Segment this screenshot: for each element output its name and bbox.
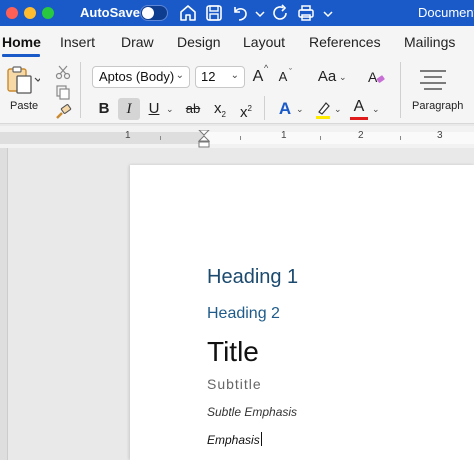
title-text[interactable]: Title	[207, 336, 259, 368]
font-color-button[interactable]: A	[350, 96, 368, 118]
ribbon-divider	[80, 62, 81, 118]
zoom-window-button[interactable]	[42, 7, 54, 19]
subscript-mark: 2	[221, 110, 226, 119]
format-painter-icon[interactable]	[54, 104, 72, 120]
ribbon-divider	[264, 96, 265, 120]
clear-formatting-icon[interactable]: A	[366, 68, 386, 86]
font-name-value: Aptos (Body)	[99, 69, 175, 84]
superscript-mark: 2	[247, 104, 252, 113]
vertical-ruler	[0, 148, 8, 460]
save-icon[interactable]	[204, 3, 224, 23]
tab-design[interactable]: Design	[177, 34, 221, 50]
tab-insert[interactable]: Insert	[60, 34, 95, 50]
paste-icon[interactable]	[6, 65, 42, 95]
underline-label: U	[148, 100, 160, 117]
home-icon[interactable]	[178, 3, 198, 23]
chevron-down-icon: ⌄	[372, 104, 380, 114]
active-tab-indicator	[2, 54, 40, 57]
indent-marker[interactable]	[197, 129, 211, 148]
title-bar: AutoSave Document	[0, 0, 474, 26]
close-window-button[interactable]	[6, 7, 18, 19]
highlighter-icon[interactable]	[314, 100, 332, 120]
chevron-down-icon: ⌄	[339, 72, 347, 82]
change-case-button[interactable]: Aa	[315, 66, 339, 88]
font-size-value: 12	[201, 69, 216, 84]
strikethrough-label: ab	[185, 101, 201, 116]
minimize-window-button[interactable]	[24, 7, 36, 19]
font-color-swatch	[350, 117, 368, 120]
emphasis-line[interactable]: Emphasis	[207, 432, 262, 447]
heading-2-text[interactable]: Heading 2	[207, 305, 280, 323]
ruler-number: 1	[125, 130, 131, 141]
subtle-emphasis-text[interactable]: Subtle Emphasis	[207, 405, 297, 419]
grow-font-label: A	[252, 68, 264, 85]
undo-icon[interactable]	[230, 3, 250, 23]
heading-1-text[interactable]: Heading 1	[207, 266, 298, 289]
chevron-down-icon: ⌄	[334, 104, 342, 114]
ribbon-tabs: Home Insert Draw Design Layout Reference…	[0, 26, 474, 58]
tab-layout[interactable]: Layout	[243, 34, 285, 50]
ribbon-divider	[400, 62, 401, 118]
chevron-down-icon[interactable]	[250, 3, 265, 23]
font-color-label: A	[353, 98, 365, 115]
home-ribbon: Paste Aptos (Body) ⌄ 12 ⌄ A ^ A ˇ Aa ⌄ A…	[0, 58, 474, 124]
ruler-text-area	[204, 132, 474, 144]
tab-draw[interactable]: Draw	[121, 34, 154, 50]
superscript-base: x	[240, 104, 248, 121]
italic-button[interactable]: I	[118, 98, 140, 120]
tab-references[interactable]: References	[309, 34, 381, 50]
chevron-down-icon: ⌄	[296, 104, 304, 114]
caret-down-icon: ˇ	[289, 67, 292, 77]
bold-label: B	[98, 100, 110, 117]
font-name-select[interactable]: Aptos (Body) ⌄	[92, 66, 190, 88]
ruler-margin-area	[0, 132, 204, 144]
document-name: Document	[418, 5, 474, 20]
scissors-icon[interactable]	[54, 64, 72, 80]
caret-up-icon: ^	[264, 63, 269, 73]
strikethrough-button[interactable]: ab	[182, 98, 204, 120]
highlight-color-swatch	[316, 116, 330, 119]
autosave-label: AutoSave	[80, 5, 140, 20]
chevron-down-icon[interactable]	[318, 3, 333, 23]
print-icon[interactable]	[296, 3, 316, 23]
ruler-tick	[320, 136, 321, 140]
bold-button[interactable]: B	[94, 98, 114, 120]
ruler-tick	[400, 136, 401, 140]
superscript-button[interactable]: x2	[236, 98, 256, 121]
paragraph-label: Paragraph	[412, 100, 464, 112]
text-effects-button[interactable]: A	[276, 98, 294, 120]
tab-home[interactable]: Home	[2, 34, 41, 50]
subscript-button[interactable]: x2	[210, 98, 230, 120]
ruler-number: 3	[437, 130, 443, 141]
svg-text:A: A	[368, 69, 378, 85]
font-size-select[interactable]: 12 ⌄	[195, 66, 245, 88]
toggle-knob	[142, 7, 154, 19]
paste-label: Paste	[10, 100, 39, 112]
chevron-down-icon: ⌄	[166, 104, 174, 114]
text-effects-label: A	[278, 99, 292, 118]
subtitle-text[interactable]: Subtitle	[207, 376, 262, 392]
shrink-font-button[interactable]: A	[276, 66, 290, 88]
italic-label: I	[126, 101, 132, 117]
change-case-label: Aa	[317, 68, 337, 85]
emphasis-text: Emphasis	[207, 433, 260, 447]
autosave-toggle[interactable]	[140, 5, 168, 21]
tab-mailings[interactable]: Mailings	[404, 34, 455, 50]
text-cursor	[260, 432, 262, 446]
ruler-tick	[240, 136, 241, 140]
subscript-base: x	[214, 100, 222, 117]
copy-icon[interactable]	[54, 84, 72, 100]
ruler-number: 2	[358, 130, 364, 141]
ruler-number: 1	[281, 130, 287, 141]
chevron-down-icon: ⌄	[230, 70, 239, 81]
shrink-font-label: A	[278, 69, 288, 84]
document-page[interactable]	[130, 165, 474, 460]
redo-icon[interactable]	[270, 3, 290, 23]
chevron-down-icon: ⌄	[175, 70, 184, 81]
horizontal-ruler: 1 1 2 3	[0, 126, 474, 148]
paragraph-icon[interactable]	[418, 68, 448, 90]
underline-button[interactable]: U	[144, 98, 164, 120]
ruler-tick	[160, 136, 161, 140]
